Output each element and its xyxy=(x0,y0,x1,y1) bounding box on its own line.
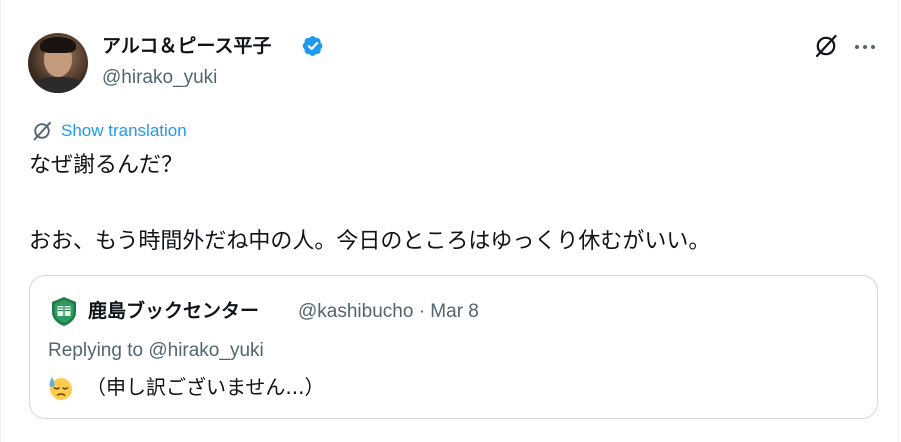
downcast-face-with-sweat-icon xyxy=(49,377,72,400)
tweet-text-line: なぜ謝るんだ？ xyxy=(29,153,184,178)
grok-icon[interactable] xyxy=(813,33,839,59)
author-display-name[interactable]: アルコ＆ピース平子 xyxy=(102,34,271,58)
more-dot xyxy=(855,45,859,49)
quote-author-avatar[interactable] xyxy=(48,295,80,327)
author-handle[interactable]: @hirako_yuki xyxy=(102,66,217,90)
quote-replying-to: Replying to @hirako_yuki xyxy=(48,340,264,361)
show-translation-link[interactable]: Show translation xyxy=(31,120,187,142)
tweet-text-line: おお、もう時間外だね中の人。今日のところはゆっくり休むがいい。 xyxy=(29,229,711,254)
tweet-card[interactable]: アルコ＆ピース平子 @hirako_yuki Show translation … xyxy=(0,0,899,442)
quote-text: （申し訳ございません...） xyxy=(86,375,325,399)
avatar-body xyxy=(32,77,84,93)
more-dot xyxy=(871,45,875,49)
more-dot xyxy=(863,45,867,49)
verified-badge-icon[interactable] xyxy=(302,35,324,57)
quote-author-display-name[interactable]: 鹿島ブックセンター xyxy=(88,298,259,324)
quoted-tweet[interactable]: 鹿島ブックセンター @kashibucho · Mar 8 Replying t… xyxy=(29,275,878,419)
show-translation-label: Show translation xyxy=(61,121,187,140)
avatar-hair xyxy=(40,37,76,53)
more-options-icon[interactable] xyxy=(852,34,878,60)
quote-handle-date[interactable]: @kashibucho · Mar 8 xyxy=(298,300,479,324)
author-avatar[interactable] xyxy=(28,33,88,93)
translate-grok-icon xyxy=(33,121,51,141)
